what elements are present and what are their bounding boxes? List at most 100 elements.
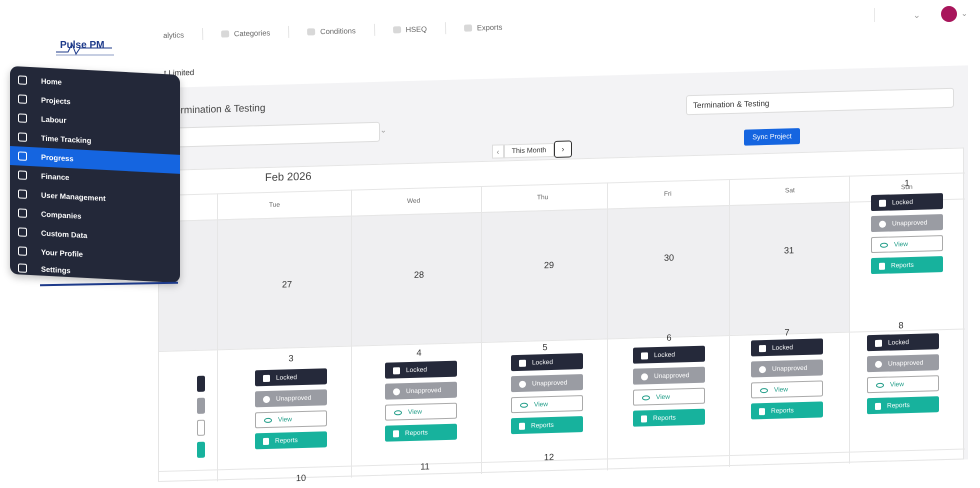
view-button[interactable]: View bbox=[867, 375, 939, 394]
topnav-conditions[interactable]: Conditions bbox=[307, 24, 356, 37]
this-month-button[interactable]: This Month bbox=[504, 142, 554, 159]
unapproved-button-fragment[interactable] bbox=[197, 397, 205, 414]
reports-button[interactable]: Reports bbox=[255, 431, 327, 450]
locked-button[interactable]: Locked bbox=[511, 353, 583, 372]
day-number[interactable]: 3 bbox=[281, 353, 301, 364]
export-icon bbox=[463, 23, 472, 32]
reports-button[interactable]: Reports bbox=[633, 408, 705, 427]
reports-button[interactable]: Reports bbox=[751, 401, 823, 420]
sync-project-button[interactable]: Sync Project bbox=[744, 128, 800, 146]
status-label: Unapproved bbox=[654, 371, 690, 380]
locked-button[interactable]: Locked bbox=[871, 193, 943, 212]
day-number[interactable]: 1 bbox=[897, 178, 917, 189]
document-icon bbox=[875, 402, 881, 410]
dow-label: Sat bbox=[785, 187, 795, 195]
day-number[interactable]: 6 bbox=[659, 332, 679, 343]
status-label: Locked bbox=[892, 198, 913, 206]
sidebar-item-label: Settings bbox=[41, 264, 71, 276]
nav-divider bbox=[444, 22, 447, 35]
view-button[interactable]: View bbox=[255, 410, 327, 429]
locked-button-fragment[interactable] bbox=[197, 375, 205, 392]
unapproved-button[interactable]: Unapproved bbox=[385, 381, 457, 400]
view-button[interactable]: View bbox=[633, 387, 705, 406]
chevron-down-icon[interactable]: ⌄ bbox=[961, 9, 968, 18]
unapproved-button[interactable]: Unapproved bbox=[871, 214, 943, 233]
users-icon bbox=[18, 113, 27, 123]
unapproved-button[interactable]: Unapproved bbox=[511, 374, 583, 393]
calendar-grid: Feb 2026 Tue Wed Thu Fri Sat Sun 27 28 2… bbox=[158, 147, 965, 484]
topnav-exports[interactable]: Exports bbox=[463, 21, 503, 34]
sidebar-item-label: Time Tracking bbox=[41, 133, 92, 146]
status-label: Locked bbox=[654, 351, 675, 359]
sidebar-item-label: Companies bbox=[41, 209, 82, 221]
locked-button[interactable]: Locked bbox=[867, 333, 939, 352]
topnav-hseq[interactable]: HSEQ bbox=[392, 23, 428, 36]
day-number[interactable]: 7 bbox=[777, 327, 797, 338]
top-nav: alytics Categories Conditions HSEQ Expor… bbox=[163, 21, 502, 41]
status-label: Unapproved bbox=[772, 364, 808, 373]
day-number[interactable]: 27 bbox=[277, 279, 297, 290]
view-button[interactable]: View bbox=[385, 402, 457, 421]
avatar[interactable] bbox=[941, 6, 957, 22]
reports-button[interactable]: Reports bbox=[871, 256, 943, 275]
view-button-fragment[interactable] bbox=[197, 419, 205, 436]
topnav-label: alytics bbox=[163, 29, 185, 40]
category-icon bbox=[220, 29, 230, 38]
dow-label: Thu bbox=[537, 194, 549, 202]
status-label: Unapproved bbox=[532, 379, 568, 388]
document-icon bbox=[263, 437, 269, 445]
eye-icon bbox=[876, 382, 884, 388]
lock-icon bbox=[519, 359, 526, 367]
sidebar-item-label: User Management bbox=[41, 190, 106, 204]
calendar-cell-prev bbox=[729, 201, 849, 336]
reports-button[interactable]: Reports bbox=[867, 396, 939, 415]
day-number[interactable]: 31 bbox=[779, 245, 799, 256]
reports-button-fragment[interactable] bbox=[197, 441, 205, 458]
locked-button[interactable]: Locked bbox=[385, 360, 457, 379]
day-number[interactable]: 5 bbox=[535, 342, 555, 353]
locked-button[interactable]: Locked bbox=[633, 345, 705, 364]
day-status-group: Locked Unapproved View Reports bbox=[871, 193, 947, 275]
view-button[interactable]: View bbox=[871, 235, 943, 254]
unapproved-button[interactable]: Unapproved bbox=[751, 359, 823, 378]
logo-text: Pulse PM bbox=[60, 40, 105, 51]
reports-button[interactable]: Reports bbox=[385, 423, 457, 442]
view-button[interactable]: View bbox=[751, 380, 823, 399]
day-number[interactable]: 30 bbox=[659, 252, 679, 263]
day-number[interactable]: 11 bbox=[415, 461, 435, 472]
status-label: View bbox=[774, 385, 788, 394]
document-icon bbox=[759, 407, 765, 415]
prev-month-button[interactable]: ‹ bbox=[492, 144, 504, 159]
pulse-pm-logo[interactable]: Pulse PM bbox=[54, 36, 116, 58]
shield-icon bbox=[392, 25, 401, 33]
chevron-down-icon[interactable]: ⌄ bbox=[913, 10, 921, 21]
grid-line bbox=[159, 448, 965, 472]
day-number[interactable]: 8 bbox=[891, 320, 911, 331]
unapproved-button[interactable]: Unapproved bbox=[633, 366, 705, 385]
next-month-button[interactable]: › bbox=[554, 140, 572, 158]
day-number[interactable]: 4 bbox=[409, 347, 429, 358]
unapproved-button[interactable]: Unapproved bbox=[255, 389, 327, 408]
reports-button[interactable]: Reports bbox=[511, 416, 583, 435]
locked-button[interactable]: Locked bbox=[751, 338, 823, 357]
eye-icon bbox=[880, 242, 888, 248]
day-number[interactable]: 28 bbox=[409, 269, 429, 280]
topnav-categories[interactable]: Categories bbox=[220, 26, 271, 39]
day-number[interactable]: 12 bbox=[539, 452, 559, 463]
chevron-down-icon[interactable]: ⌄ bbox=[380, 126, 387, 135]
view-button[interactable]: View bbox=[511, 395, 583, 414]
cloud-icon bbox=[307, 27, 316, 35]
day-number[interactable]: 29 bbox=[539, 260, 559, 271]
close-circle-icon bbox=[875, 360, 882, 368]
grid-line bbox=[849, 175, 850, 464]
unapproved-button[interactable]: Unapproved bbox=[867, 354, 939, 373]
status-label: Reports bbox=[531, 421, 554, 430]
topnav-analytics[interactable]: alytics bbox=[163, 28, 184, 41]
day-number[interactable]: 10 bbox=[291, 473, 311, 484]
locked-button[interactable]: Locked bbox=[255, 368, 327, 387]
status-label: View bbox=[408, 408, 422, 416]
sidebar-item-label: Finance bbox=[41, 171, 70, 183]
lock-icon bbox=[263, 374, 270, 382]
day-status-group: Locked Unapproved View Reports bbox=[633, 345, 709, 428]
lock-icon bbox=[875, 339, 882, 347]
